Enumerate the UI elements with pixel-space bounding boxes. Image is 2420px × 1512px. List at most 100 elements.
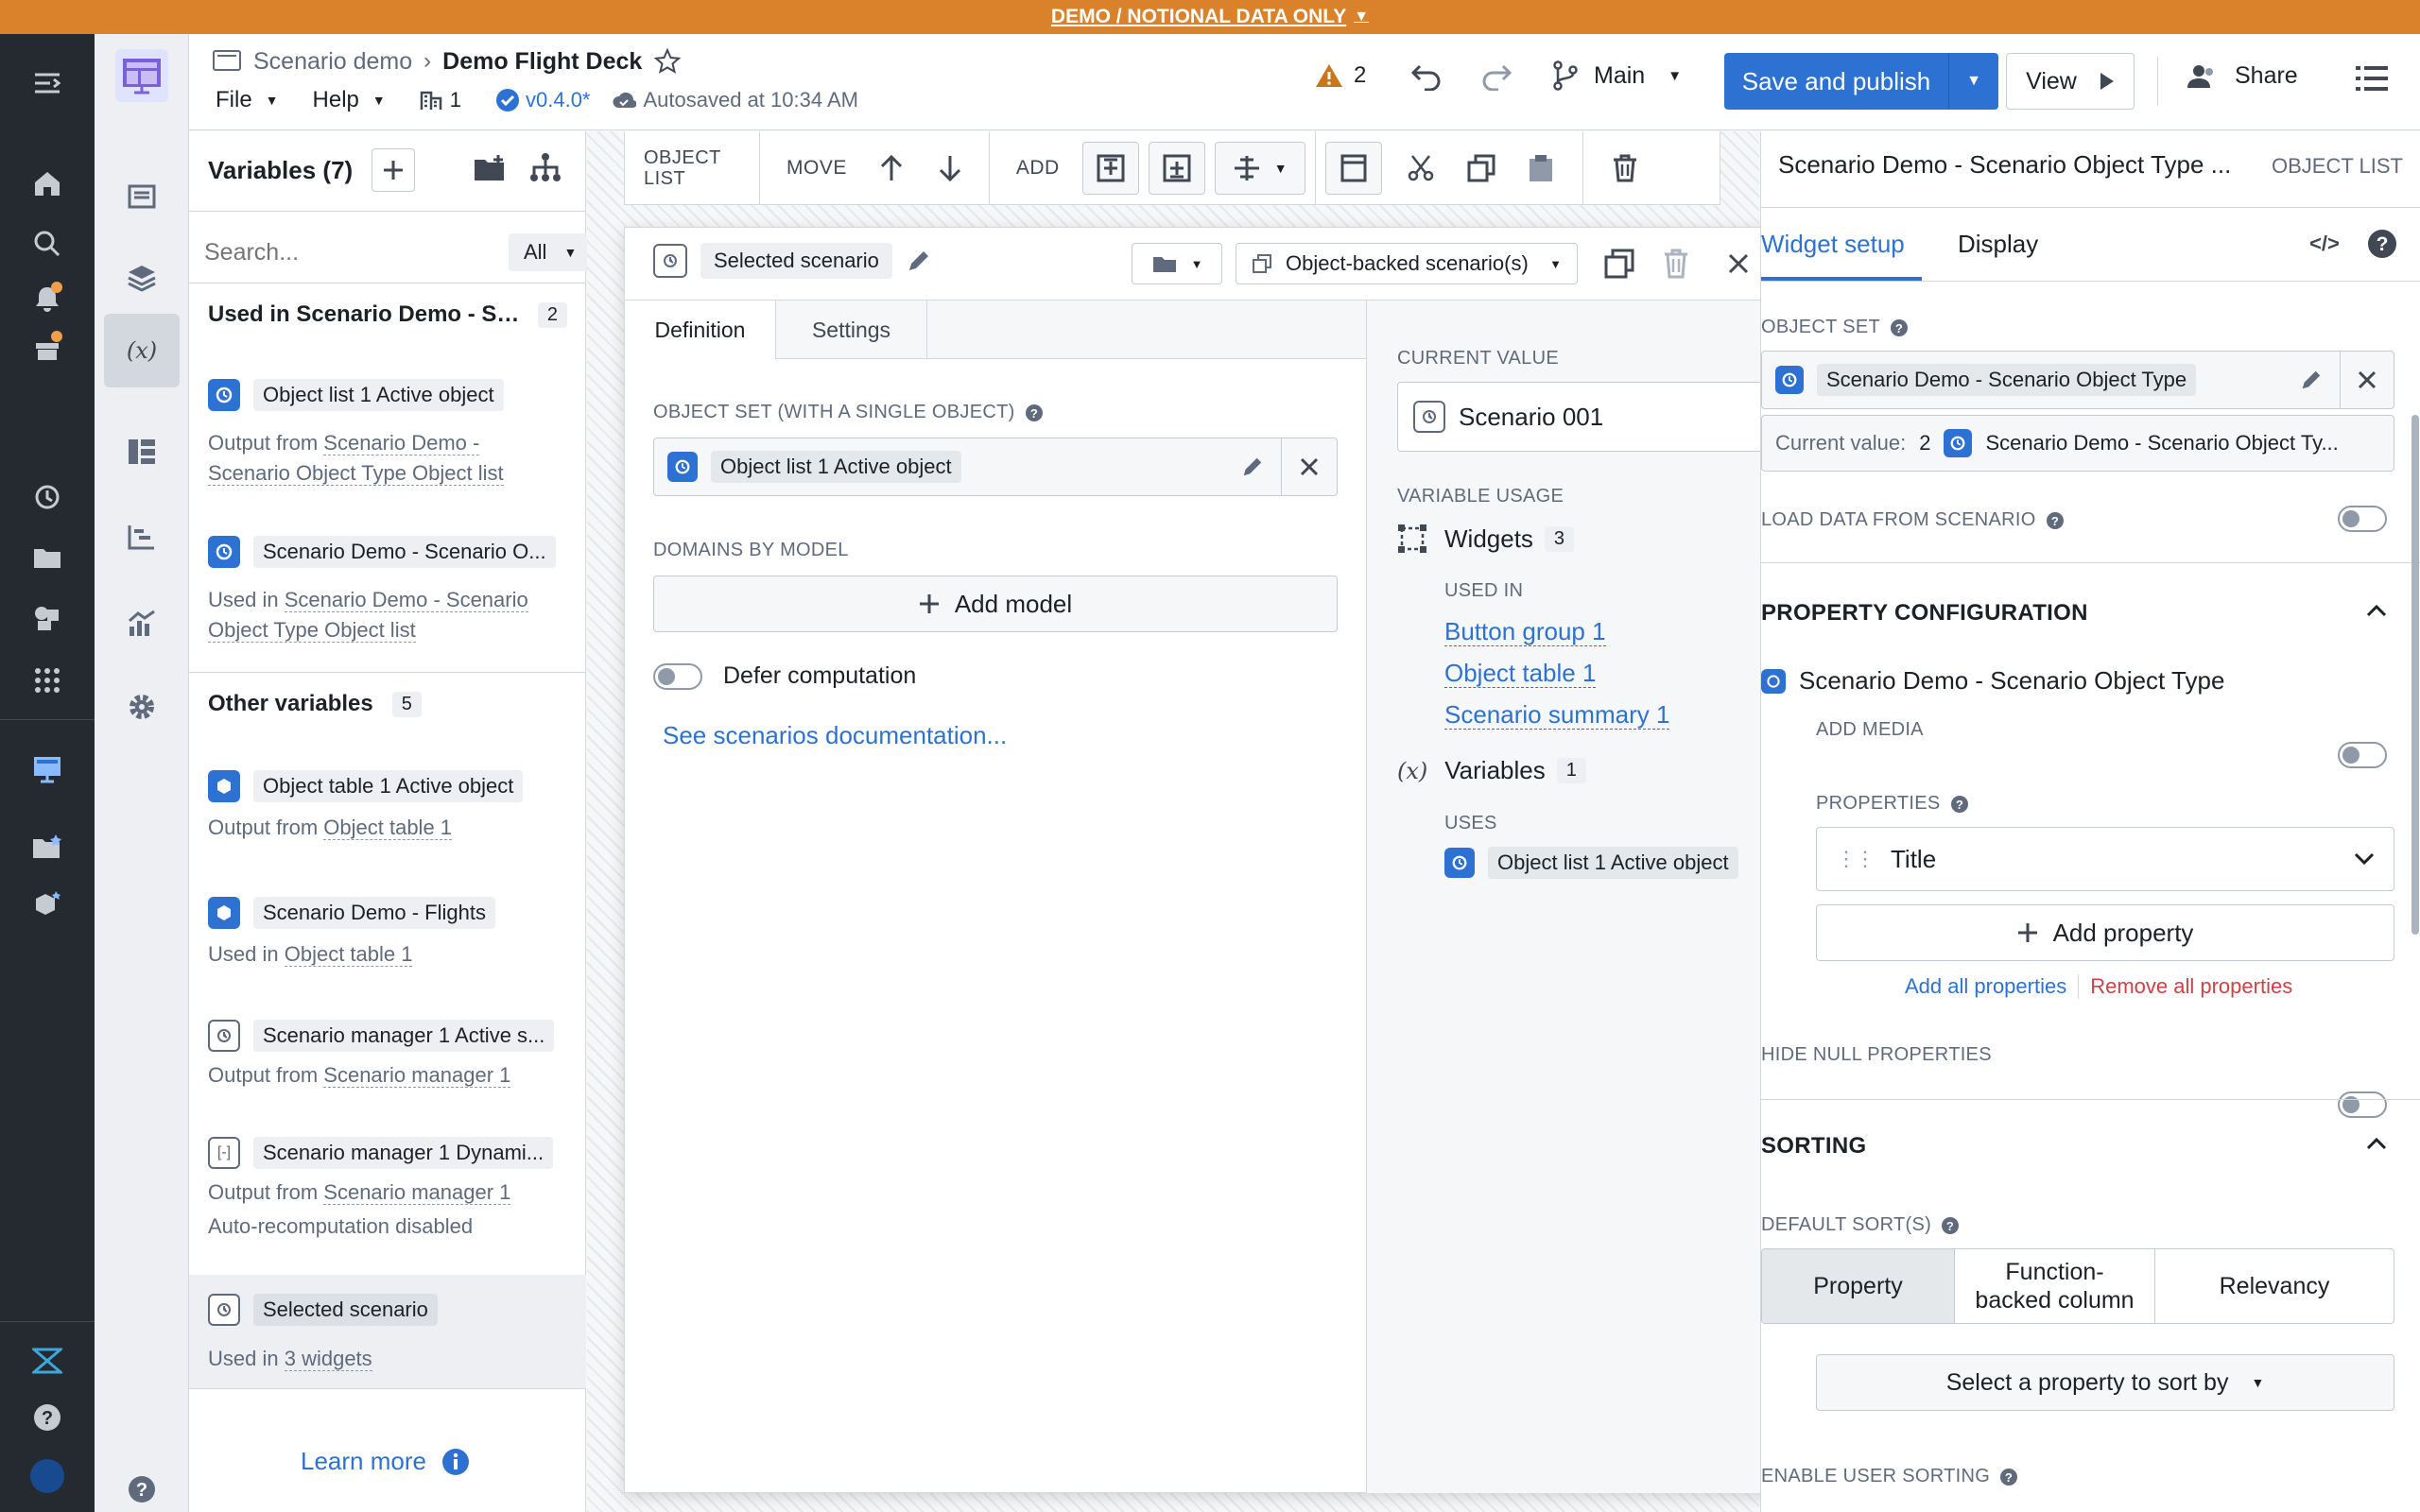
help-icon[interactable]: ? — [1941, 1216, 1960, 1235]
delete-icon[interactable] — [1663, 249, 1689, 279]
paste-icon[interactable] — [1528, 154, 1554, 182]
arrow-up-icon[interactable] — [879, 154, 904, 182]
help-icon[interactable]: ? — [1950, 795, 1969, 814]
add-below-button[interactable] — [1148, 141, 1205, 195]
add-all-properties-link[interactable]: Add all properties — [1905, 974, 2066, 999]
tab-display[interactable]: Display — [1958, 230, 2038, 259]
home-icon[interactable] — [26, 163, 68, 204]
caret-down-icon[interactable]: ▼ — [1949, 73, 1998, 90]
new-folder-icon[interactable] — [473, 154, 507, 182]
objects-icon[interactable] — [26, 597, 68, 639]
search-input[interactable] — [204, 238, 509, 266]
file-menu[interactable]: File ▼ — [216, 87, 279, 113]
help-icon[interactable]: ? — [1025, 404, 1044, 422]
code-icon[interactable]: </> — [2309, 232, 2340, 256]
hierarchy-icon[interactable] — [529, 152, 562, 182]
other-section-header[interactable]: Other variables 5 — [208, 691, 422, 717]
sort-option-relevancy[interactable]: Relevancy — [2155, 1249, 2394, 1323]
arrow-down-icon[interactable] — [938, 154, 962, 182]
list-item[interactable]: Scenario manager 1 Active s... Output fr… — [208, 1020, 566, 1088]
workshop-module-icon[interactable] — [115, 49, 168, 102]
hide-null-toggle[interactable] — [2338, 1091, 2387, 1118]
edit-icon[interactable] — [906, 248, 932, 274]
cut-icon[interactable] — [1407, 154, 1435, 182]
help-icon[interactable]: ? — [2046, 511, 2065, 530]
docs-link[interactable]: See scenarios documentation... — [663, 721, 1007, 750]
sorting-header[interactable]: SORTING — [1761, 1133, 1866, 1160]
clear-icon[interactable] — [2341, 370, 2394, 389]
uses-item[interactable]: Object list 1 Active object — [1444, 847, 1738, 879]
help-icon[interactable]: ? — [2366, 228, 2398, 260]
star-icon[interactable] — [653, 47, 682, 76]
list-item[interactable]: Scenario Demo - Flights Used in Object t… — [208, 897, 566, 967]
gear-icon[interactable] — [121, 686, 163, 728]
object-set-input[interactable]: Scenario Demo - Scenario Object Type — [1761, 351, 2394, 409]
list-item[interactable]: Object list 1 Active object Output from … — [208, 379, 566, 489]
list-item[interactable]: [-] Scenario manager 1 Dynami... Output … — [208, 1137, 566, 1239]
branch-selector[interactable]: Main ▼ — [1552, 60, 1682, 91]
chevron-up-icon[interactable] — [2366, 604, 2387, 617]
remove-all-properties-link[interactable]: Remove all properties — [2090, 974, 2292, 999]
edit-icon[interactable] — [2283, 368, 2340, 392]
help-icon[interactable]: ? — [1999, 1468, 2018, 1486]
save-and-publish-button[interactable]: Save and publish ▼ — [1724, 53, 1998, 110]
variable-name[interactable]: Selected scenario — [700, 243, 892, 279]
variables-icon[interactable]: (x) — [104, 314, 180, 387]
share-button[interactable]: Share — [2186, 62, 2298, 90]
sort-option-property[interactable]: Property — [1762, 1249, 1955, 1323]
menu-collapse-icon[interactable] — [26, 62, 68, 104]
widget-link[interactable]: Button group 1 — [1444, 617, 1606, 646]
list-item[interactable]: Object table 1 Active object Output from… — [208, 770, 566, 840]
clear-icon[interactable] — [1282, 457, 1337, 476]
help-icon[interactable]: ? — [26, 1397, 68, 1438]
page-count[interactable]: 1 — [420, 88, 461, 112]
property-config-header[interactable]: PROPERTY CONFIGURATION — [1761, 600, 2088, 627]
learn-more-link[interactable]: Learn more — [301, 1447, 470, 1476]
page-title[interactable]: Demo Flight Deck — [442, 48, 642, 76]
workshop-icon[interactable] — [26, 748, 68, 790]
duplicate-icon[interactable] — [1467, 154, 1495, 182]
close-icon[interactable] — [1727, 252, 1750, 275]
chevron-down-icon[interactable] — [2354, 852, 2375, 866]
foundry-logo-icon[interactable] — [26, 1340, 68, 1382]
toggle-switch[interactable] — [653, 662, 702, 690]
help-menu[interactable]: Help ▼ — [313, 87, 386, 113]
used-section-header[interactable]: Used in Scenario Demo - Sc... 2 — [208, 301, 567, 328]
drag-handle-icon[interactable]: ⋮⋮ — [1836, 847, 1876, 871]
tab-widget-setup[interactable]: Widget setup — [1761, 230, 1905, 259]
edit-icon[interactable] — [1224, 455, 1281, 479]
properties-list-icon[interactable] — [2356, 64, 2388, 93]
tab-definition[interactable]: Definition — [625, 301, 776, 359]
add-media-toggle[interactable] — [2338, 742, 2387, 768]
pages-icon[interactable] — [121, 176, 163, 217]
folder-star-icon[interactable] — [26, 826, 68, 868]
add-layout-dropdown[interactable]: ▼ — [1214, 141, 1305, 195]
demo-banner[interactable]: DEMO / NOTIONAL DATA ONLY ▼ — [0, 0, 2420, 34]
duplicate-icon[interactable] — [1604, 249, 1634, 279]
version-badge[interactable]: v0.4.0* — [495, 88, 591, 112]
defer-computation-toggle[interactable]: Defer computation — [653, 662, 916, 690]
gantt-icon[interactable] — [121, 516, 163, 558]
tab-settings[interactable]: Settings — [776, 301, 927, 359]
folder-move-dropdown[interactable]: ▼ — [1132, 243, 1222, 284]
sort-option-function[interactable]: Function-backed column — [1955, 1249, 2155, 1323]
variable-type-select[interactable]: Object-backed scenario(s) ▼ — [1236, 243, 1578, 284]
sort-property-select[interactable]: Select a property to sort by ▼ — [1816, 1354, 2394, 1411]
redo-icon[interactable] — [1480, 62, 1512, 91]
delete-icon[interactable] — [1612, 154, 1638, 182]
folder-icon[interactable] — [26, 537, 68, 578]
add-variable-button[interactable] — [372, 148, 416, 192]
object-set-input[interactable]: Object list 1 Active object — [653, 438, 1338, 496]
scrollbar[interactable] — [2411, 415, 2419, 935]
add-model-button[interactable]: Add model — [653, 576, 1338, 632]
layers-icon[interactable] — [121, 257, 163, 299]
list-item[interactable]: Scenario Demo - Scenario O... Used in Sc… — [208, 536, 566, 645]
warnings-button[interactable]: 2 — [1314, 62, 1366, 89]
view-button[interactable]: View — [2006, 53, 2135, 110]
filter-dropdown[interactable]: All ▼ — [509, 233, 593, 271]
layout-icon[interactable] — [121, 431, 163, 472]
widget-link[interactable]: Scenario summary 1 — [1444, 700, 1670, 730]
breadcrumb-parent[interactable]: Scenario demo — [253, 48, 412, 76]
notifications-icon[interactable] — [26, 278, 68, 319]
chevron-up-icon[interactable] — [2366, 1137, 2387, 1150]
